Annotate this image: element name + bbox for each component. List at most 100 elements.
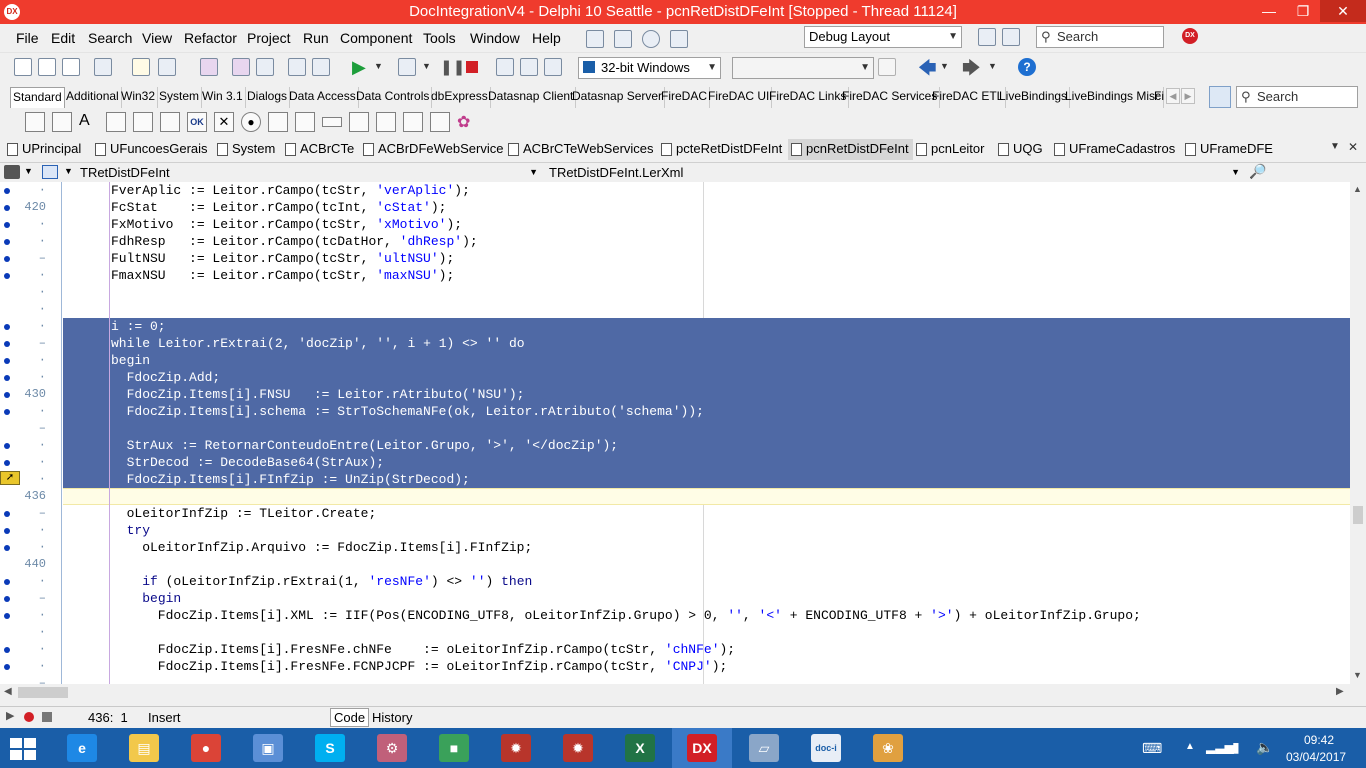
palette-tab-livebindings[interactable]: LiveBindings xyxy=(997,87,1071,108)
chevron-right-icon[interactable]: ▶ xyxy=(1181,88,1195,104)
calendar-icon[interactable] xyxy=(614,30,632,48)
run-without-debug-icon[interactable] xyxy=(398,58,416,76)
code-explorer-icon[interactable] xyxy=(4,165,20,179)
chevron-down-icon[interactable]: ▼ xyxy=(940,61,949,71)
palette-tab-livebindings-misc[interactable]: LiveBindings Misc xyxy=(1063,87,1165,108)
code-line[interactable]: – begin xyxy=(0,590,1350,607)
layout-combo[interactable]: Debug Layout ▼ xyxy=(804,26,962,48)
file-tab-pcnretdistdfeint[interactable]: pcnRetDistDFeInt xyxy=(788,139,913,160)
open-icon[interactable] xyxy=(132,58,150,76)
code-line[interactable]: · xyxy=(0,624,1350,641)
code-line[interactable]: – while Leitor.rExtrai(2, 'docZip', '', i… xyxy=(0,335,1350,352)
stop-icon[interactable] xyxy=(466,61,478,73)
label-component-icon[interactable]: A xyxy=(79,112,99,132)
radiobutton-component-icon[interactable]: ● xyxy=(241,112,261,132)
taskbar-internet-explorer[interactable]: e xyxy=(52,728,112,768)
menu-project[interactable]: Project xyxy=(247,30,291,46)
breakpoint-dot-icon[interactable] xyxy=(4,579,10,585)
minimize-button[interactable]: — xyxy=(1252,0,1286,22)
code-line[interactable]: – FultNSU := Leitor.rCampo(tcStr, 'ultNSU… xyxy=(0,250,1350,267)
step-over-icon[interactable] xyxy=(520,58,538,76)
hscrollbar-thumb[interactable] xyxy=(18,687,68,698)
file-tab-acbrdfewebservice[interactable]: ACBrDFeWebService xyxy=(360,139,507,160)
code-line[interactable]: – xyxy=(0,420,1350,437)
code-line[interactable]: 420 FcStat := Leitor.rCampo(tcInt, 'cStat… xyxy=(0,199,1350,216)
menu-view[interactable]: View xyxy=(142,30,172,46)
taskbar-excel[interactable]: X xyxy=(610,728,670,768)
close-tab-icon[interactable]: ✕ xyxy=(1348,140,1358,154)
breakpoint-dot-icon[interactable] xyxy=(4,647,10,653)
run-icon[interactable]: ▶ xyxy=(352,57,366,78)
menu-file[interactable]: File xyxy=(16,30,39,46)
code-line[interactable]: · FdocZip.Items[i].FresNFe.chNFe := oLei… xyxy=(0,641,1350,658)
find-in-code-icon[interactable]: 🔎 xyxy=(1249,163,1266,180)
breakpoint-dot-icon[interactable] xyxy=(4,528,10,534)
code-line[interactable]: · FverAplic := Leitor.rCampo(tcStr, 'verA… xyxy=(0,182,1350,199)
code-line[interactable]: · xyxy=(0,284,1350,301)
button-component-icon[interactable] xyxy=(160,112,180,132)
breakpoint-dot-icon[interactable] xyxy=(4,409,10,415)
stop-macro-icon[interactable] xyxy=(42,712,52,722)
menu-search[interactable]: Search xyxy=(88,30,132,46)
share-icon[interactable] xyxy=(670,30,688,48)
clock-date[interactable]: 03/04/2017 xyxy=(1286,750,1346,764)
editor-vertical-scrollbar[interactable]: ▲ ▼ xyxy=(1350,182,1366,684)
taskbar-book-app[interactable]: ■ xyxy=(424,728,484,768)
file-tab-pcnleitor[interactable]: pcnLeitor xyxy=(913,139,988,160)
file-tab-uqg[interactable]: UQG xyxy=(995,139,1047,160)
breakpoint-dot-icon[interactable] xyxy=(4,239,10,245)
breakpoint-dot-icon[interactable] xyxy=(4,511,10,517)
forward-arrow-icon[interactable]: 🡆 xyxy=(962,56,981,86)
taskbar-file-explorer[interactable]: ▤ xyxy=(114,728,174,768)
save-icon[interactable] xyxy=(200,58,218,76)
maximize-button[interactable]: ❐ xyxy=(1286,0,1320,22)
popupmenu-component-icon[interactable] xyxy=(52,112,72,132)
file-tab-ufuncoesgerais[interactable]: UFuncoesGerais xyxy=(92,139,212,160)
mail-icon[interactable] xyxy=(586,30,604,48)
code-line[interactable]: · i := 0; xyxy=(0,318,1350,335)
panel-component-icon[interactable] xyxy=(403,112,423,132)
chevron-down-icon[interactable]: ▼ xyxy=(988,61,997,71)
palette-tab-data-access[interactable]: Data Access xyxy=(287,87,359,108)
ok-button-component-icon[interactable]: OK xyxy=(187,112,207,132)
object-repository-icon[interactable] xyxy=(94,58,112,76)
mainmenu-component-icon[interactable] xyxy=(25,112,45,132)
chevron-left-icon[interactable]: ◀ xyxy=(1166,88,1180,104)
file-tab-uframecadastros[interactable]: UFrameCadastros xyxy=(1051,139,1179,160)
class-combo[interactable]: TRetDistDFeInt ▼ xyxy=(78,163,542,182)
structure-icon[interactable] xyxy=(42,165,58,179)
code-line[interactable]: · FdocZip.Add; xyxy=(0,369,1350,386)
palette-tab-datasnap-server[interactable]: Datasnap Server xyxy=(570,87,666,108)
file-tab-pcteretdistdfeint[interactable]: pcteRetDistDFeInt xyxy=(658,139,786,160)
scroll-down-icon[interactable]: ▼ xyxy=(1353,670,1362,680)
palette-tab-dialogs[interactable]: Dialogs xyxy=(245,87,291,108)
scroll-right-icon[interactable]: ▶ xyxy=(1336,686,1344,697)
menu-edit[interactable]: Edit xyxy=(51,30,75,46)
back-arrow-icon[interactable]: 🡄 xyxy=(918,56,937,86)
menu-tools[interactable]: Tools xyxy=(423,30,456,46)
dx-icon[interactable]: DX xyxy=(1182,28,1198,44)
method-combo[interactable]: TRetDistDFeInt.LerXml ▼ xyxy=(546,163,1244,182)
palette-tab-win32[interactable]: Win32 xyxy=(119,87,159,108)
palette-search-input[interactable]: ⚲ Search xyxy=(1236,86,1358,108)
breakpoint-dot-icon[interactable] xyxy=(4,188,10,194)
chevron-down-icon[interactable]: ▼ xyxy=(64,166,73,176)
close-file-icon[interactable] xyxy=(256,58,274,76)
network-icon[interactable]: ▂▃▅ xyxy=(1206,740,1234,754)
palette-tab-win31[interactable]: Win 3.1 xyxy=(200,87,246,108)
pause-icon[interactable]: ❚❚ xyxy=(440,58,465,76)
breakpoint-dot-icon[interactable] xyxy=(4,460,10,466)
palette-tab-firedac-etl[interactable]: FireDAC ETL xyxy=(930,87,1007,108)
code-line[interactable]: · xyxy=(0,301,1350,318)
code-line[interactable]: 440 xyxy=(0,556,1350,573)
tab-code[interactable]: Code xyxy=(330,708,370,727)
code-line[interactable]: · StrAux := RetornarConteudoEntre(Leitor… xyxy=(0,437,1350,454)
frames-component-icon[interactable]: ✿ xyxy=(457,112,477,132)
taskbar-remote-desktop[interactable]: ▣ xyxy=(238,728,298,768)
radiogroup-component-icon[interactable] xyxy=(376,112,396,132)
code-line[interactable]: · FdhResp := Leitor.rCampo(tcDatHor, 'dhR… xyxy=(0,233,1350,250)
save-layout-icon[interactable] xyxy=(978,28,996,46)
palette-tab-dbexpress[interactable]: dbExpress xyxy=(429,87,491,108)
code-line[interactable]: · begin xyxy=(0,352,1350,369)
chevron-down-icon[interactable]: ▼ xyxy=(374,61,383,71)
